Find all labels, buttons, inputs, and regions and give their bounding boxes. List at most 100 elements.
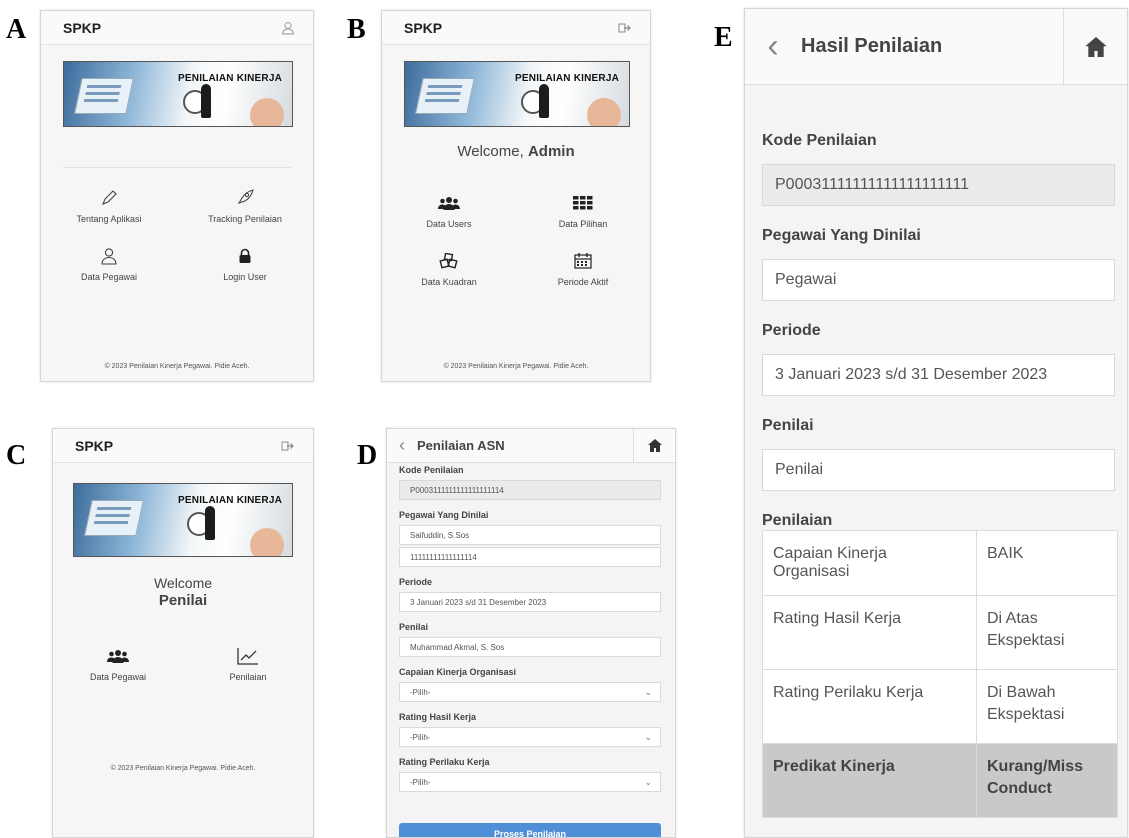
kode-penilaian-field[interactable]: P0003111111111111111114: [399, 480, 661, 500]
pegawai-name-field[interactable]: Saifuddin, S.Sos: [399, 525, 661, 545]
screen-e-hasil-penilaian: ‹ Hasil Penilaian Kode Penilaian P000311…: [744, 8, 1128, 838]
user-icon[interactable]: [277, 17, 299, 39]
home-icon[interactable]: [1063, 9, 1127, 84]
rating-perilaku-kerja-select[interactable]: -Pilih- ⌄: [399, 772, 661, 792]
table-cell-name: Capaian Kinerja Organisasi: [762, 530, 977, 596]
footer-text: © 2023 Penilaian Kinerja Pegawai. Pidie …: [104, 363, 250, 370]
menu-label: Tentang Aplikasi: [76, 213, 142, 224]
kode-penilaian-field[interactable]: P00031111111111111111111: [762, 164, 1115, 206]
menu-grid: Data Users Data Pilihan Data Kuadran Per…: [382, 181, 650, 297]
page-title: Hasil Penilaian: [801, 35, 943, 57]
periode-label: Periode: [399, 577, 433, 587]
menu-tracking-penilaian[interactable]: Tracking Penilaian: [177, 176, 313, 234]
menu-label: Data Pegawai: [80, 271, 138, 282]
back-chevron-icon[interactable]: ‹: [745, 27, 801, 66]
periode-field[interactable]: 3 Januari 2023 s/d 31 Desember 2023: [399, 592, 661, 612]
users-icon: [438, 192, 460, 214]
select-value: -Pilih-: [410, 732, 431, 742]
menu-label: Data Kuadran: [421, 276, 477, 287]
select-value: -Pilih-: [410, 687, 431, 697]
penilai-label: Penilai: [399, 622, 429, 632]
penilai-label: Penilai: [762, 417, 814, 434]
screen-d-penilaian-asn: ‹ Penilaian ASN Kode Penilaian P00031111…: [386, 428, 676, 838]
hasil-form: Kode Penilaian P00031111111111111111111 …: [762, 85, 1115, 530]
select-value: -Pilih-: [410, 777, 431, 787]
menu-label: Data Pilihan: [558, 218, 608, 229]
chevron-down-icon: ⌄: [644, 731, 652, 742]
menu-label: Penilaian: [229, 671, 267, 682]
welcome-message: Welcome Penilai: [53, 575, 313, 609]
table-cell-value: Di Bawah Ekspektasi: [976, 669, 1118, 744]
rating-perilaku-kerja-label: Rating Perilaku Kerja: [399, 757, 490, 767]
penilai-field[interactable]: Muhammad Akmal, S. Sos: [399, 637, 661, 657]
panel-label-e: E: [714, 22, 733, 53]
top-bar: SPKP: [382, 11, 650, 45]
menu-login-user[interactable]: Login User: [177, 234, 313, 292]
banner-image: PENILAIAN KINERJA: [73, 483, 293, 557]
users-icon: [107, 645, 129, 667]
menu-label: Periode Aktif: [557, 276, 609, 287]
pegawai-field[interactable]: Pegawai: [762, 259, 1115, 301]
menu-tentang-aplikasi[interactable]: Tentang Aplikasi: [41, 176, 177, 234]
lock-icon: [238, 245, 252, 267]
chart-line-icon: [237, 645, 259, 667]
banner-title: PENILAIAN KINERJA: [515, 73, 619, 84]
table-row: Rating Hasil Kerja Di Atas Ekspektasi: [762, 595, 1118, 670]
panel-label-b: B: [347, 14, 366, 45]
table-cell-value: BAIK: [976, 530, 1118, 596]
menu-label: Tracking Penilaian: [208, 213, 282, 224]
menu-data-users[interactable]: Data Users: [382, 181, 516, 239]
menu-data-pegawai[interactable]: Data Pegawai: [53, 634, 183, 692]
menu-data-kuadran[interactable]: Data Kuadran: [382, 239, 516, 297]
panel-label-d: D: [357, 440, 378, 471]
penilai-field[interactable]: Penilai: [762, 449, 1115, 491]
pegawai-nip-field[interactable]: 11111111111111114: [399, 547, 661, 567]
panel-label-c: C: [6, 440, 27, 471]
welcome-message: Welcome, Admin: [382, 143, 650, 160]
app-brand: SPKP: [404, 19, 443, 36]
page-title: Penilaian ASN: [417, 438, 505, 453]
penilaian-label: Penilaian: [762, 512, 833, 529]
nav-bar: ‹ Hasil Penilaian: [745, 9, 1127, 85]
footer-text: © 2023 Penilaian Kinerja Pegawai. Pidie …: [443, 363, 589, 370]
periode-label: Periode: [762, 322, 821, 339]
chevron-down-icon: ⌄: [644, 686, 652, 697]
welcome-name: Admin: [527, 143, 575, 160]
menu-penilaian[interactable]: Penilaian: [183, 634, 313, 692]
menu-data-pegawai[interactable]: Data Pegawai: [41, 234, 177, 292]
menu-grid: Data Pegawai Penilaian: [53, 634, 313, 692]
periode-field[interactable]: 3 Januari 2023 s/d 31 Desember 2023: [762, 354, 1115, 396]
banner-image: PENILAIAN KINERJA: [404, 61, 630, 127]
screen-a-home: SPKP PENILAIAN KINERJA Tentang Aplikasi …: [40, 10, 314, 382]
nav-bar: ‹ Penilaian ASN: [387, 429, 675, 463]
banner-title: PENILAIAN KINERJA: [178, 73, 282, 84]
pencil-icon: [100, 187, 118, 209]
menu-label: Data Pegawai: [89, 671, 147, 682]
table-cell-name: Predikat Kinerja: [762, 743, 977, 818]
penilaian-table: Capaian Kinerja Organisasi BAIK Rating H…: [762, 530, 1118, 818]
menu-label: Login User: [223, 271, 267, 282]
capaian-kinerja-label: Capaian Kinerja Organisasi: [399, 667, 517, 677]
proses-penilaian-button[interactable]: Proses Penilaian: [399, 823, 661, 837]
back-chevron-icon[interactable]: ‹: [387, 435, 417, 456]
app-brand: SPKP: [63, 19, 102, 36]
panel-label-a: A: [6, 14, 27, 45]
capaian-kinerja-select[interactable]: -Pilih- ⌄: [399, 682, 661, 702]
menu-periode-aktif[interactable]: Periode Aktif: [516, 239, 650, 297]
home-icon[interactable]: [633, 429, 675, 462]
welcome-name: Penilai: [158, 592, 208, 609]
user-icon: [100, 245, 118, 267]
cubes-icon: [439, 250, 459, 272]
pegawai-dinilai-label: Pegawai Yang Dinilai: [399, 510, 489, 520]
logout-icon[interactable]: [614, 17, 636, 39]
top-bar: SPKP: [53, 429, 313, 463]
chevron-down-icon: ⌄: [644, 776, 652, 787]
menu-data-pilihan[interactable]: Data Pilihan: [516, 181, 650, 239]
calendar-icon: [574, 250, 592, 272]
rating-hasil-kerja-select[interactable]: -Pilih- ⌄: [399, 727, 661, 747]
table-row-predikat: Predikat Kinerja Kurang/Miss Conduct: [762, 743, 1118, 818]
welcome-prefix: Welcome,: [457, 143, 524, 160]
divider: [63, 167, 291, 168]
table-row: Rating Perilaku Kerja Di Bawah Ekspektas…: [762, 669, 1118, 744]
logout-icon[interactable]: [277, 435, 299, 457]
